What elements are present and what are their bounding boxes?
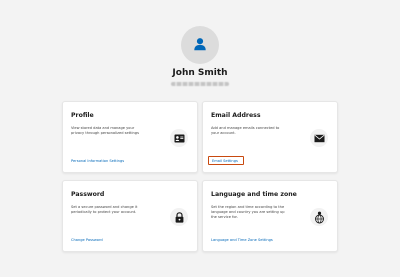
- language-time-zone-settings-link[interactable]: Language and Time Zone Settings: [211, 238, 273, 242]
- lock-icon: [170, 208, 188, 226]
- language-time-zone-card: Language and time zone Set the region an…: [202, 180, 338, 252]
- card-title: Profile: [71, 112, 94, 119]
- email-address-card: Email Address Add and manage emails conn…: [202, 101, 338, 173]
- redacted-email: [171, 82, 229, 86]
- envelope-icon: [310, 129, 328, 147]
- change-password-link[interactable]: Change Password: [71, 238, 103, 242]
- card-title: Language and time zone: [211, 191, 297, 198]
- contact-card-icon: [170, 129, 188, 147]
- card-description: Set the region and time according to the…: [211, 205, 285, 219]
- card-title: Email Address: [211, 112, 261, 119]
- email-settings-link[interactable]: Email Settings: [212, 159, 238, 163]
- password-card: Password Set a secure password and chang…: [62, 180, 198, 252]
- personal-information-settings-link[interactable]: Personal Information Settings: [71, 159, 124, 163]
- profile-card: Profile View stored data and manage your…: [62, 101, 198, 173]
- globe-person-icon: [310, 208, 328, 226]
- card-title: Password: [71, 191, 105, 198]
- avatar[interactable]: [181, 26, 219, 64]
- person-icon: [193, 36, 207, 55]
- card-description: Add and manage emails connected to your …: [211, 126, 280, 135]
- card-description: Set a secure password and change it peri…: [71, 205, 138, 214]
- user-name: John Smith: [172, 68, 228, 78]
- card-description: View stored data and manage your privacy…: [71, 126, 139, 135]
